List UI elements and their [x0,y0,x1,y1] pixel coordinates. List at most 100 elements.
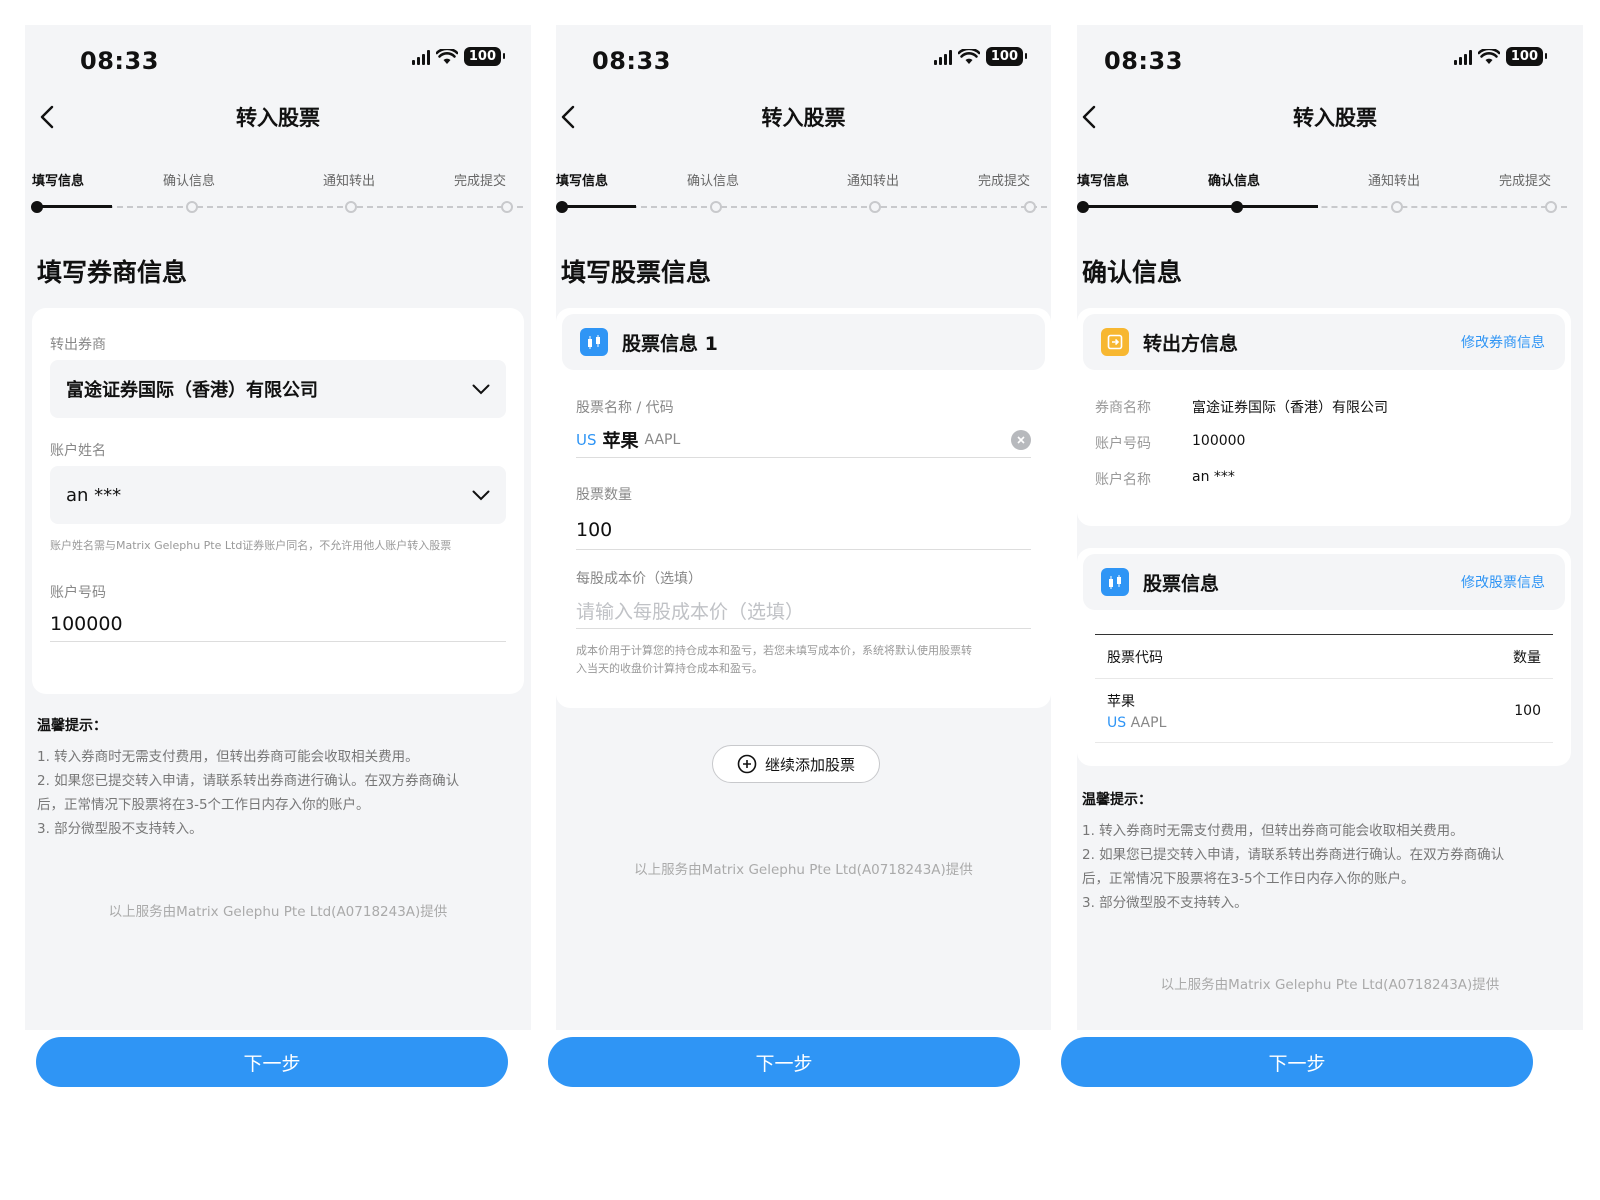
status-bar: 08:33 100 [556,25,1051,95]
step-dot-3 [345,201,357,213]
stock-card-header: 股票信息 1 [562,314,1045,370]
stock-name-input[interactable]: US 苹果 AAPL [576,422,1031,458]
status-time: 08:33 [592,47,671,75]
info-row-account: 账户号码 100000 [1095,433,1245,453]
step-track-progress [561,205,636,208]
screen-fill-broker-info: 08:33 100 转入股票 填写信息 确认信息 通知转出 完成提交 填写券商信… [25,25,531,1030]
tips-item: 2. 如果您已提交转入申请，请联系转出券商进行确认。在双方券商确认 [37,773,460,789]
page-title: 转入股票 [1293,106,1377,130]
step-dot-4 [1545,201,1557,213]
stock-info-card: 股票信息 修改股票信息 股票代码 数量 苹果 US AAPL 100 [1077,548,1571,766]
tips-item: 1. 转入券商时无需支付费用，但转出券商可能会收取相关费用。 [37,749,419,765]
tips-section: 温馨提示： 1. 转入券商时无需支付费用，但转出券商可能会收取相关费用。 2. … [1082,789,1563,915]
table-header: 股票代码 数量 [1095,635,1553,679]
battery-icon: 100 [1505,47,1548,66]
clear-icon[interactable] [1011,430,1031,450]
broker-select[interactable]: 富途证券国际（香港）有限公司 [50,360,506,418]
transfer-out-card: 转出方信息 修改券商信息 券商名称 富途证券国际（香港）有限公司 账户号码 10… [1077,308,1571,526]
stock-table: 股票代码 数量 苹果 US AAPL 100 [1095,634,1553,743]
broker-value: 富途证券国际（香港）有限公司 [66,380,318,401]
signal-icon [933,49,952,65]
tips-item: 3. 部分微型股不支持转入。 [1082,895,1248,911]
tips-section: 温馨提示： 1. 转入券商时无需支付费用，但转出券商可能会收取相关费用。 2. … [37,715,511,841]
account-name-value: an *** [66,484,122,506]
account-name-label: 账户姓名 [50,443,106,459]
step-label-confirm: 确认信息 [687,174,740,189]
account-number-label: 账户号码 [50,585,106,601]
step-dot-3 [1391,201,1403,213]
step-label-fill: 填写信息 [1077,174,1130,189]
signal-icon [1453,49,1472,65]
stock-card-title: 股票信息 1 [622,332,718,355]
step-dot-1 [556,201,568,213]
status-time: 08:33 [1104,47,1183,75]
account-name-hint: 账户姓名需与Matrix Gelephu Pte Ltd证券账户同名，不允许用他… [50,539,452,552]
battery-icon: 100 [985,47,1028,66]
step-dot-2 [1231,201,1243,213]
step-track-progress [37,205,112,208]
next-button[interactable]: 下一步 [1061,1037,1533,1087]
step-label-notify: 通知转出 [323,174,376,189]
table-row: 苹果 US AAPL 100 [1095,679,1553,743]
nav-bar: 转入股票 [1077,97,1583,137]
info-row-broker: 券商名称 富途证券国际（香港）有限公司 [1095,397,1388,417]
transfer-out-title: 转出方信息 [1143,332,1239,355]
edit-stock-link[interactable]: 修改股票信息 [1461,572,1545,592]
step-label-fill: 填写信息 [32,174,85,189]
next-button[interactable]: 下一步 [548,1037,1020,1087]
provider-note: 以上服务由Matrix Gelephu Pte Ltd(A0718243A)提供 [634,862,973,878]
step-dot-3 [869,201,881,213]
tips-item: 后，正常情况下股票将在3-5个工作日内存入你的账户。 [1082,871,1415,887]
status-time: 08:33 [80,47,159,75]
account-name-select[interactable]: an *** [50,466,506,524]
nav-bar: 转入股票 [25,97,531,137]
quantity-value: 100 [576,518,613,541]
step-track-progress [1082,205,1318,208]
step-dot-2 [710,201,722,213]
plus-circle-icon [737,754,757,774]
step-dot-1 [31,201,43,213]
broker-form-card: 转出券商 富途证券国际（香港）有限公司 账户姓名 an *** 账户姓名需与Ma… [32,308,524,694]
step-label-submit: 完成提交 [978,174,1031,189]
add-stock-button[interactable]: 继续添加股票 [712,745,880,783]
signal-icon [411,49,430,65]
stock-name-label: 股票名称 / 代码 [576,400,674,416]
info-row-name: 账户名称 an *** [1095,469,1235,489]
stock-code: AAPL [644,431,681,448]
step-label-notify: 通知转出 [1368,174,1421,189]
step-dot-4 [1024,201,1036,213]
battery-icon: 100 [463,47,506,66]
cost-hint-line: 入当天的收盘价计算持仓成本和盈亏。 [576,662,763,675]
step-progress: 填写信息 确认信息 通知转出 完成提交 [556,170,1051,230]
step-progress: 填写信息 确认信息 通知转出 完成提交 [25,170,531,230]
broker-label: 转出券商 [50,337,106,353]
edit-broker-link[interactable]: 修改券商信息 [1461,332,1545,352]
tips-item: 后，正常情况下股票将在3-5个工作日内存入你的账户。 [37,797,370,813]
step-label-confirm: 确认信息 [1208,174,1261,189]
step-label-submit: 完成提交 [454,174,507,189]
stock-info-title: 股票信息 [1143,572,1220,595]
tips-item: 1. 转入券商时无需支付费用，但转出券商可能会收取相关费用。 [1082,823,1464,839]
step-dot-1 [1077,201,1089,213]
cost-hint-line: 成本价用于计算您的持仓成本和盈亏，若您未填写成本价，系统将默认使用股票转 [576,644,972,657]
wifi-icon [435,48,458,64]
page-title: 转入股票 [236,106,320,130]
row-stock-name: 苹果 [1107,693,1135,710]
quantity-input[interactable]: 100 [576,510,1031,550]
stock-market: US [576,430,597,449]
step-dot-4 [501,201,513,213]
account-number-input[interactable]: 100000 [50,606,506,642]
info-value: an *** [1192,469,1235,485]
section-title: 确认信息 [1082,258,1183,287]
candlestick-icon [580,328,608,356]
stock-form-card: 股票信息 1 股票名称 / 代码 US 苹果 AAPL 股票数量 100 每股成… [556,308,1051,708]
stock-info-header: 股票信息 修改股票信息 [1083,554,1565,610]
cost-input[interactable]: 请输入每股成本价（选填） [576,593,1031,629]
stock-name: 苹果 [602,430,639,452]
step-dot-2 [186,201,198,213]
chevron-down-icon [472,380,490,398]
screen-confirm-info: 08:33 100 转入股票 填写信息 确认信息 通知转出 完成提交 确认信息 … [1077,25,1583,1030]
next-button[interactable]: 下一步 [36,1037,508,1087]
col-code-header: 股票代码 [1107,649,1163,666]
provider-note: 以上服务由Matrix Gelephu Pte Ltd(A0718243A)提供 [108,904,448,920]
